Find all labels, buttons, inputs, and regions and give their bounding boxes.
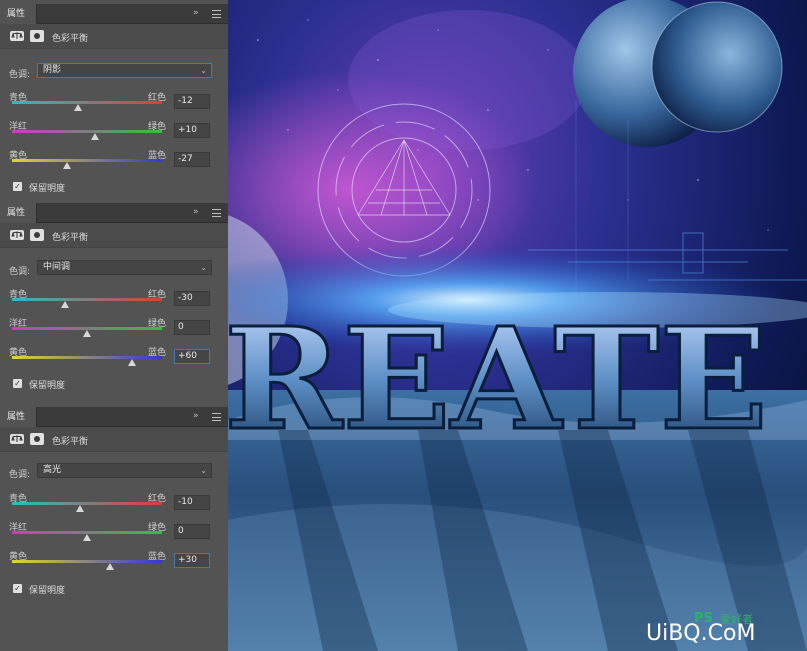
collapse-icon[interactable]: » [193, 411, 199, 421]
panel-menu-icon[interactable] [212, 209, 221, 217]
slider-handle[interactable] [62, 162, 71, 169]
checkbox-label: 保留明度 [29, 586, 66, 596]
slider-handle[interactable] [75, 505, 84, 512]
adjustment-header: 色彩平衡 [0, 427, 228, 452]
tone-value: 高光 [43, 465, 62, 475]
value-field[interactable]: 0 [174, 524, 210, 539]
checkbox-label: 保留明度 [29, 381, 66, 391]
slider-magenta-green: 洋红 绿色 +10 [0, 119, 228, 149]
balance-icon [10, 31, 24, 41]
slider-handle[interactable] [60, 301, 69, 308]
slider-handle[interactable] [105, 563, 114, 570]
tab-properties[interactable]: 属性 [0, 203, 37, 223]
slider-handle[interactable] [74, 104, 82, 111]
mask-icon[interactable] [30, 433, 44, 445]
checkbox[interactable]: ✓ [13, 182, 22, 191]
properties-panel-1: 属性 » 色彩平衡 色调: 阴影 ⌄ 青色 红色 -12 洋红 绿色 +10 黄… [0, 4, 228, 201]
slider-cyan-red: 青色 红色 -12 [0, 90, 228, 120]
tone-value: 阴影 [43, 65, 62, 75]
balance-icon [10, 230, 24, 240]
panel-menu-icon[interactable] [212, 10, 221, 18]
panel-header: 属性 » [0, 407, 228, 427]
headline-text: REATE [228, 298, 768, 462]
document-canvas[interactable]: REATE [228, 0, 807, 651]
properties-panel-3: 属性 » 色彩平衡 色调: 高光 ⌄ 青色 红色 -10 洋红 绿色 0 黄色 … [0, 407, 228, 651]
mask-icon[interactable] [30, 30, 44, 42]
checkbox[interactable]: ✓ [13, 379, 22, 388]
slider-track[interactable] [12, 298, 162, 301]
adjustment-header: 色彩平衡 [0, 223, 228, 248]
tone-select[interactable]: 高光 ⌄ [37, 463, 212, 478]
slider-cyan-red: 青色 红色 -30 [0, 287, 228, 317]
collapse-icon[interactable]: » [193, 207, 199, 217]
checkbox-label: 保留明度 [29, 184, 66, 194]
tone-value: 中间调 [43, 262, 71, 272]
artwork-image: REATE [228, 0, 807, 651]
panel-menu-icon[interactable] [212, 413, 221, 421]
panel-header: 属性 » [0, 203, 228, 223]
value-field[interactable]: -27 [174, 152, 210, 167]
tab-properties[interactable]: 属性 [0, 4, 37, 24]
adjustment-title: 色彩平衡 [52, 34, 89, 44]
tone-label: 色调: [9, 267, 31, 277]
slider-magenta-green: 洋红 绿色 0 [0, 316, 228, 346]
slider-handle[interactable] [83, 330, 91, 337]
tab-properties[interactable]: 属性 [0, 407, 37, 427]
slider-track[interactable] [12, 130, 162, 133]
slider-track[interactable] [12, 502, 162, 505]
slider-cyan-red: 青色 红色 -10 [0, 491, 228, 521]
slider-magenta-green: 洋红 绿色 0 [0, 520, 228, 550]
collapse-icon[interactable]: » [193, 8, 199, 18]
balance-icon [10, 434, 24, 444]
slider-track[interactable] [12, 560, 162, 563]
value-field[interactable]: -12 [174, 94, 210, 109]
chevron-down-icon: ⌄ [200, 66, 207, 75]
value-field[interactable]: 0 [174, 320, 210, 335]
mask-icon[interactable] [30, 229, 44, 241]
slider-yellow-blue: 黄色 蓝色 -27 [0, 148, 228, 178]
value-field[interactable]: -30 [174, 291, 210, 306]
adjustment-title: 色彩平衡 [52, 437, 89, 447]
properties-panels: 属性 » 色彩平衡 色调: 阴影 ⌄ 青色 红色 -12 洋红 绿色 +10 黄… [0, 0, 228, 651]
tone-label: 色调: [9, 70, 31, 80]
slider-yellow-blue: 黄色 蓝色 +60 [0, 345, 228, 375]
tone-select[interactable]: 阴影 ⌄ [37, 63, 212, 78]
slider-track[interactable] [12, 159, 162, 162]
adjustment-header: 色彩平衡 [0, 24, 228, 49]
slider-handle[interactable] [90, 133, 99, 140]
panel-header: 属性 » [0, 4, 228, 24]
value-field[interactable]: +10 [174, 123, 210, 138]
slider-handle[interactable] [128, 359, 136, 366]
slider-track[interactable] [12, 356, 162, 359]
adjustment-title: 色彩平衡 [52, 233, 89, 243]
slider-yellow-blue: 黄色 蓝色 +30 [0, 549, 228, 579]
chevron-down-icon: ⌄ [200, 263, 207, 272]
tone-select[interactable]: 中间调 ⌄ [37, 260, 212, 275]
watermark-site: UiBQ.CoM [646, 621, 756, 646]
value-field[interactable]: +60 [174, 349, 210, 364]
slider-handle[interactable] [83, 534, 91, 541]
value-field[interactable]: -10 [174, 495, 210, 510]
chevron-down-icon: ⌄ [200, 466, 207, 475]
checkbox[interactable]: ✓ [13, 584, 22, 593]
value-field[interactable]: +30 [174, 553, 210, 568]
properties-panel-2: 属性 » 色彩平衡 色调: 中间调 ⌄ 青色 红色 -30 洋红 绿色 0 黄色… [0, 203, 228, 403]
slider-track[interactable] [12, 101, 162, 104]
tone-label: 色调: [9, 470, 31, 480]
